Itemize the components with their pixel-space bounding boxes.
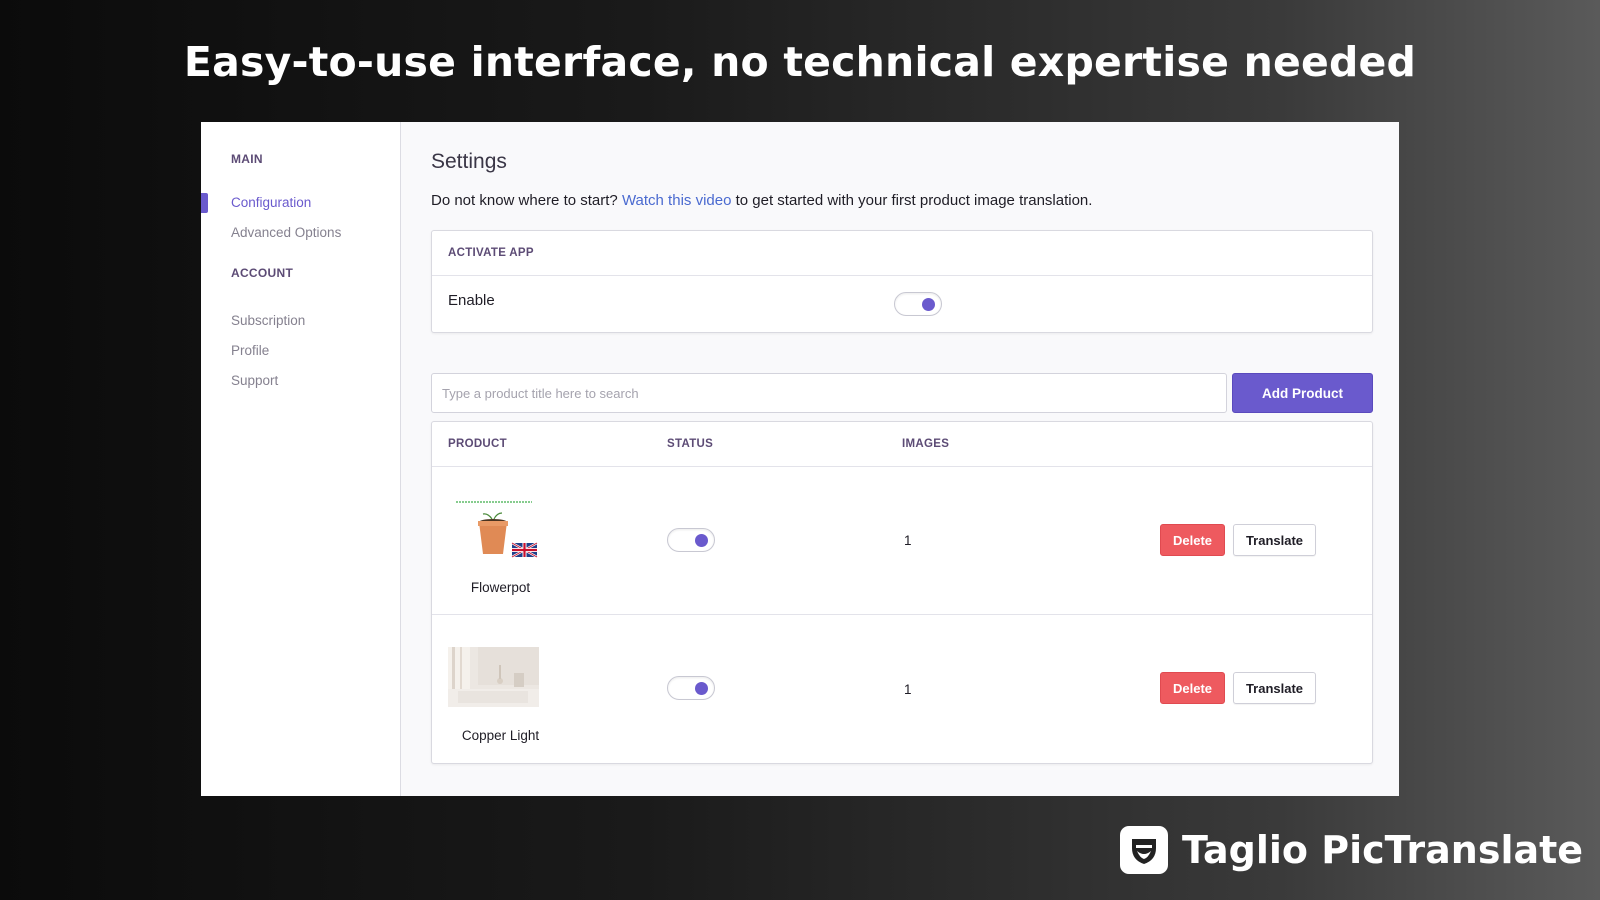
- activate-app-header: ACTIVATE APP: [432, 231, 1372, 276]
- product-cell: Copper Light: [432, 615, 667, 763]
- sidebar-item-profile[interactable]: Profile: [201, 336, 400, 366]
- translate-button[interactable]: Translate: [1233, 672, 1316, 704]
- search-row: Add Product: [431, 373, 1373, 413]
- products-table: PRODUCT STATUS IMAGES Flowerpot 1 Delete…: [431, 421, 1373, 764]
- enable-row: Enable: [432, 276, 1372, 332]
- page-title: Settings: [431, 150, 507, 173]
- brand-lockup: Taglio PicTranslate: [1120, 826, 1583, 874]
- sidebar-item-support[interactable]: Support: [201, 366, 400, 396]
- brand-name: Taglio PicTranslate: [1182, 828, 1584, 872]
- delete-button[interactable]: Delete: [1160, 524, 1225, 556]
- copper-light-thumbnail[interactable]: [448, 647, 539, 707]
- status-cell: [667, 467, 902, 614]
- sidebar: MAIN Configuration Advanced Options ACCO…: [201, 122, 401, 796]
- column-header-status: STATUS: [667, 438, 714, 450]
- sidebar-item-advanced-options[interactable]: Advanced Options: [201, 218, 400, 248]
- status-cell: [667, 615, 902, 763]
- product-cell: Flowerpot: [432, 467, 667, 614]
- add-product-button[interactable]: Add Product: [1232, 373, 1373, 413]
- toggle-knob: [695, 682, 708, 695]
- intro-text-after: to get started with your first product i…: [731, 192, 1093, 209]
- sidebar-item-subscription[interactable]: Subscription: [201, 306, 400, 336]
- activate-app-card: ACTIVATE APP Enable: [431, 230, 1373, 333]
- enable-toggle[interactable]: [894, 292, 942, 316]
- delete-button[interactable]: Delete: [1160, 672, 1225, 704]
- table-row: Flowerpot 1 Delete Translate: [432, 467, 1372, 615]
- intro-text-before: Do not know where to start?: [431, 192, 622, 209]
- column-header-product: PRODUCT: [448, 438, 507, 450]
- table-header: PRODUCT STATUS IMAGES: [432, 422, 1372, 467]
- taglio-logo-icon: [1120, 826, 1168, 874]
- toggle-knob: [695, 534, 708, 547]
- headline: Easy-to-use interface, no technical expe…: [183, 38, 1417, 86]
- sidebar-item-configuration[interactable]: Configuration: [201, 188, 400, 218]
- status-toggle[interactable]: [667, 528, 715, 552]
- sidebar-section-main: MAIN: [231, 152, 263, 166]
- translate-button[interactable]: Translate: [1233, 524, 1316, 556]
- status-toggle[interactable]: [667, 676, 715, 700]
- app-window: MAIN Configuration Advanced Options ACCO…: [201, 122, 1399, 796]
- table-row: Copper Light 1 Delete Translate: [432, 615, 1372, 763]
- column-header-images: IMAGES: [902, 438, 950, 450]
- images-count: 1: [904, 681, 912, 697]
- watch-video-link[interactable]: Watch this video: [622, 192, 732, 209]
- product-search-input[interactable]: [431, 373, 1227, 413]
- sidebar-section-account: ACCOUNT: [231, 266, 294, 280]
- enable-label: Enable: [448, 292, 495, 309]
- intro-text: Do not know where to start? Watch this v…: [431, 192, 1373, 209]
- main-content: Settings Do not know where to start? Wat…: [401, 122, 1399, 796]
- product-name: Copper Light: [461, 728, 540, 743]
- product-name: Flowerpot: [470, 580, 531, 595]
- images-count: 1: [904, 533, 912, 548]
- flowerpot-thumbnail[interactable]: [448, 499, 539, 561]
- toggle-knob: [922, 298, 935, 311]
